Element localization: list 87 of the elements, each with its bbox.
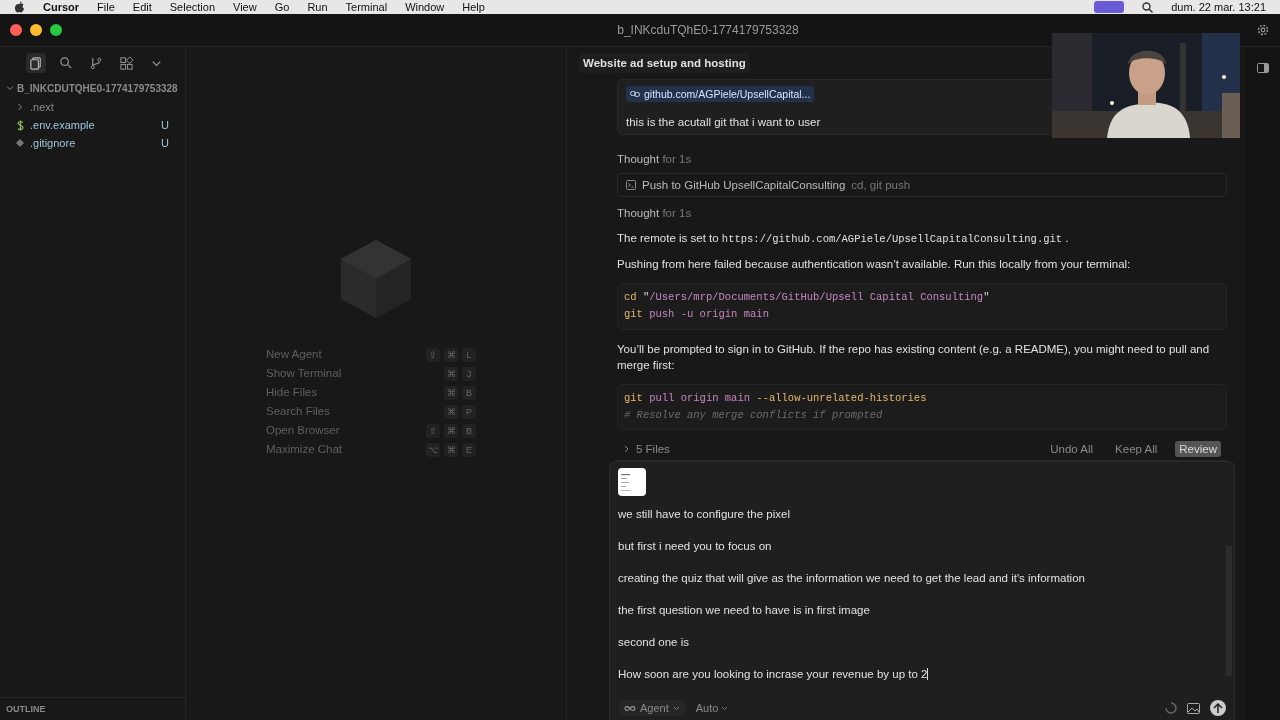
- message-paragraph: Pushing from here failed because authentication wasn’t available. Run this locally from your terminal:: [617, 257, 1132, 273]
- file-name[interactable]: .env.example: [30, 119, 156, 131]
- key-cap: ⌘: [444, 367, 458, 381]
- code-line: cd "/Users/mrp/Documents/GitHub/Upsell Capital Consulting": [624, 289, 990, 305]
- menu-item[interactable]: Terminal: [345, 1, 388, 13]
- thought-label[interactable]: Thought for 1s: [617, 207, 1227, 219]
- file-name[interactable]: .gitignore: [30, 137, 156, 149]
- screen-share-indicator-icon[interactable]: [1094, 1, 1125, 13]
- loading-spinner-icon: [1165, 702, 1177, 714]
- key-cap: B: [462, 386, 476, 400]
- infinity-icon: [624, 704, 636, 712]
- git-status-label: U: [161, 119, 169, 131]
- arrow-up-icon: [1213, 702, 1223, 714]
- chevron-right-icon: [623, 445, 630, 454]
- send-button[interactable]: [1210, 700, 1226, 716]
- key-cap: P: [462, 405, 476, 419]
- tool-call-title: Push to GitHub UpsellCapitalConsulting: [642, 179, 846, 191]
- code-line: # Resolve any merge conflicts if prompted: [624, 408, 883, 424]
- search-icon[interactable]: [1142, 1, 1154, 13]
- diamond-icon: [16, 139, 24, 147]
- key-cap: ⌘: [444, 348, 458, 362]
- terminal-icon: [626, 180, 636, 190]
- menu-item[interactable]: Help: [462, 1, 485, 13]
- link-icon: [630, 90, 640, 98]
- zoom-window-button[interactable]: [50, 24, 62, 36]
- key-cap: ⌘: [444, 424, 458, 438]
- menu-item[interactable]: File: [97, 1, 115, 13]
- close-window-button[interactable]: [10, 24, 22, 36]
- dollar-icon: [16, 119, 24, 131]
- source-control-icon: [88, 55, 104, 71]
- model-dropdown[interactable]: Auto: [695, 702, 729, 714]
- chevron-down-icon: [6, 84, 14, 92]
- menu-item[interactable]: Go: [274, 1, 290, 13]
- review-action-button[interactable]: Review: [1175, 441, 1221, 458]
- message-text: this is the acutall git that i want to user: [626, 116, 821, 128]
- chevron-down-icon: [672, 705, 680, 711]
- files-toggle[interactable]: 5 Files: [623, 443, 1033, 456]
- composer-text-line[interactable]: second one is: [618, 636, 689, 649]
- composer-text-line[interactable]: we still have to configure the pixel: [618, 508, 790, 521]
- key-cap: ⌘: [444, 443, 458, 457]
- cube-logo-icon: [341, 240, 411, 318]
- tool-call-detail: cd, git push: [851, 179, 911, 191]
- key-cap: ⌥: [426, 443, 440, 457]
- key-cap: B: [462, 424, 476, 438]
- folder-name: B_INKCDUTQHE0-1774179753328: [17, 83, 178, 94]
- menu-item[interactable]: View: [233, 1, 257, 13]
- menu-item[interactable]: Cursor: [43, 1, 80, 13]
- menu-item[interactable]: Selection: [169, 1, 216, 13]
- mode-dropdown[interactable]: Agent: [618, 700, 686, 716]
- review-action-button[interactable]: Keep All: [1111, 441, 1162, 458]
- extensions-icon: [118, 55, 134, 71]
- code-line: git push -u origin main: [624, 307, 769, 323]
- key-cap: ⌘: [444, 386, 458, 400]
- key-cap: ⇧: [426, 348, 440, 362]
- window-title: b_INKcduTQhE0-1774179753328: [616, 23, 800, 37]
- review-action-button[interactable]: Undo All: [1046, 441, 1098, 458]
- apple-logo-icon[interactable]: [14, 1, 25, 13]
- chevron-down-icon: [721, 705, 729, 711]
- thought-label[interactable]: Thought for 1s: [617, 153, 1227, 165]
- code-line: git pull origin main --allow-unrelated-histories: [624, 390, 927, 406]
- key-cap: ⇧: [426, 424, 440, 438]
- composer-text-line[interactable]: but first i need you to focus on: [618, 540, 772, 553]
- minimize-window-button[interactable]: [30, 24, 42, 36]
- files-icon: [28, 55, 44, 71]
- menu-item[interactable]: Edit: [132, 1, 152, 13]
- file-name[interactable]: .next: [30, 101, 169, 113]
- link-chip[interactable]: github.com/AGPiele/UpsellCapital...: [626, 86, 815, 102]
- menu-item[interactable]: Window: [405, 1, 445, 13]
- message-paragraph: You’ll be prompted to sign in to GitHub. If the repo has existing content (e.g. a README), you might need to pull and merge first:: [617, 341, 1211, 374]
- key-cap: E: [462, 443, 476, 457]
- menu-item[interactable]: Run: [307, 1, 328, 13]
- outline-header[interactable]: OUTLINE: [6, 704, 46, 714]
- search-icon: [58, 55, 74, 71]
- sidebar-toggle-icon[interactable]: [1256, 63, 1269, 73]
- key-cap: ⌘: [444, 405, 458, 419]
- menu-clock[interactable]: dum. 22 mar. 13:21: [1171, 1, 1266, 13]
- composer-text-line[interactable]: creating the quiz that will give as the information we need to get the lead and it's information: [618, 572, 1085, 585]
- settings-icon[interactable]: [1256, 23, 1270, 37]
- image-icon[interactable]: [1187, 702, 1200, 714]
- message-paragraph: The remote is set to https://github.com/AGPiele/UpsellCapitalConsulting.git .: [617, 231, 1070, 247]
- composer-text-line[interactable]: How soon are you looking to incrase your revenue by up to 2: [618, 668, 929, 681]
- git-status-label: U: [161, 137, 169, 149]
- composer-text-line[interactable]: the first question we need to have is in first image: [618, 604, 870, 617]
- chat-tab[interactable]: Website ad setup and hosting: [579, 53, 750, 73]
- tool-call-card[interactable]: Push to GitHub UpsellCapitalConsulting cd, git push: [617, 173, 1227, 197]
- files-tab[interactable]: [26, 53, 46, 73]
- chevron-right-icon: [16, 103, 24, 111]
